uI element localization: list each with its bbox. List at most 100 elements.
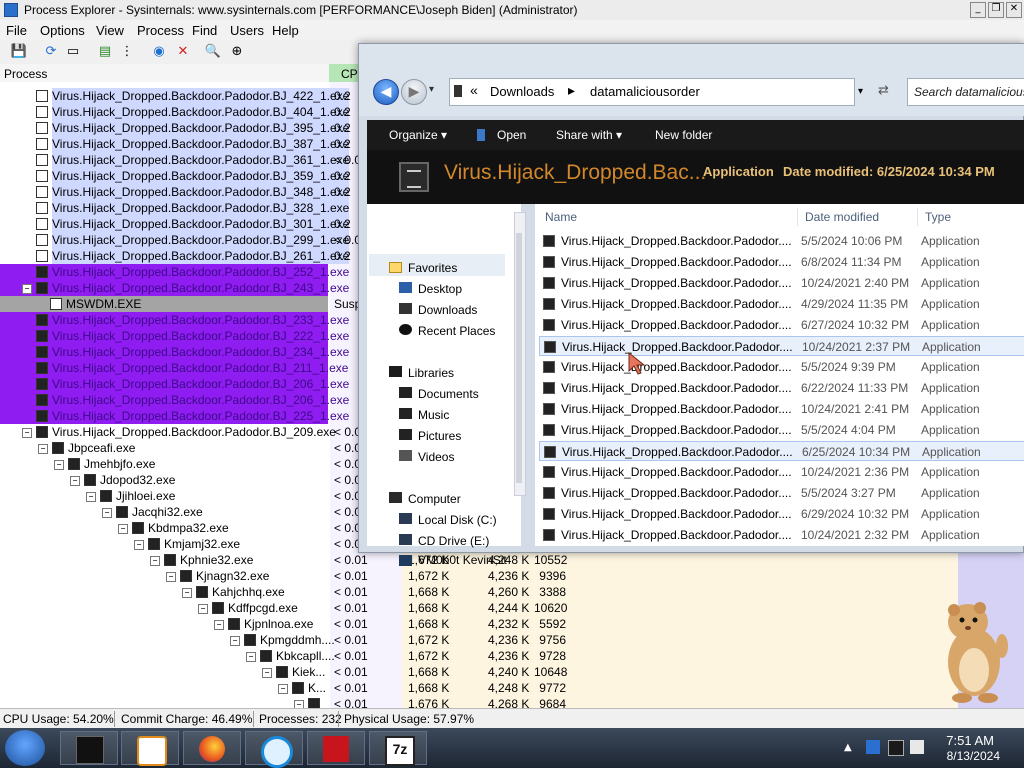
find-icon[interactable]: 🔍 [204,43,222,61]
nav-documents[interactable]: Documents [418,387,479,401]
file-row[interactable]: Virus.Hijack_Dropped.Backdoor.Padodor...… [539,294,1024,314]
target-icon[interactable]: ◉ [150,43,168,61]
process-row[interactable]: Virus.Hijack_Dropped.Backdoor.Padodor.BJ… [0,376,349,392]
date-modified-column-header[interactable]: Date modified [805,210,879,224]
process-row[interactable]: − Kjnagn32.exe < 0.01 1,672 K 4,236 K 9396 [0,568,958,584]
process-row[interactable]: Virus.Hijack_Dropped.Backdoor.Padodor.BJ… [0,408,349,424]
process-row[interactable]: Virus.Hijack_Dropped.Backdoor.Padodor.BJ… [0,312,349,328]
file-row[interactable]: Virus.Hijack_Dropped.Backdoor.Padodor...… [539,357,1024,377]
start-button[interactable] [5,730,45,766]
taskbar-search-app[interactable] [245,731,303,768]
process-column-header[interactable]: Process [4,67,47,81]
process-row[interactable]: Virus.Hijack_Dropped.Backdoor.Padodor.BJ… [0,328,349,344]
taskbar-firefox[interactable] [183,731,241,765]
process-row[interactable]: − Kiek... < 0.01 1,668 K 4,240 K 10648 [0,664,958,680]
collapse-toggle-icon[interactable]: − [54,460,64,470]
nav-desktop[interactable]: Desktop [418,282,462,296]
explorer-window[interactable]: ◀ ▶ ▾ « Downloads ▸ datamaliciousorder ▾… [358,43,1024,567]
show-hidden-icons-icon[interactable]: ▲ [844,742,852,753]
collapse-toggle-icon[interactable]: − [38,444,48,454]
file-row[interactable]: Virus.Hijack_Dropped.Backdoor.Padodor...… [539,441,1024,461]
tray-volume-icon[interactable] [910,740,924,754]
collapse-toggle-icon[interactable]: − [278,684,288,694]
file-row[interactable]: Virus.Hijack_Dropped.Backdoor.Padodor...… [539,504,1024,524]
process-row[interactable]: − K... < 0.01 1,668 K 4,248 K 9772 [0,680,958,696]
collapse-toggle-icon[interactable]: − [166,572,176,582]
taskbar-mcafee[interactable] [307,731,365,765]
menu-file[interactable]: File [6,23,27,38]
address-bar[interactable]: « Downloads ▸ datamaliciousorder ▾ [449,78,863,106]
nav-pictures[interactable]: Pictures [418,429,461,443]
menu-view[interactable]: View [96,23,124,38]
tray-network-icon[interactable] [888,740,904,756]
collapse-toggle-icon[interactable]: − [70,476,80,486]
type-column-header[interactable]: Type [925,210,951,224]
system-info-icon[interactable]: ▭ [64,43,82,61]
collapse-toggle-icon[interactable]: − [22,284,32,294]
forward-button[interactable]: ▶ [401,79,427,105]
collapse-toggle-icon[interactable]: − [102,508,112,518]
nav-music[interactable]: Music [418,408,449,422]
file-row[interactable]: Virus.Hijack_Dropped.Backdoor.Padodor...… [539,420,1024,440]
clock-time[interactable]: 7:51 AM [946,733,994,748]
nav-computer[interactable]: Computer [408,492,461,506]
navigation-scrollbar[interactable] [514,212,526,496]
collapse-toggle-icon[interactable]: − [134,540,144,550]
collapse-toggle-icon[interactable]: − [118,524,128,534]
process-row[interactable]: Virus.Hijack_Dropped.Backdoor.Padodor.BJ… [0,264,349,280]
tree-icon[interactable]: ⋮ [118,43,136,61]
file-row[interactable]: Virus.Hijack_Dropped.Backdoor.Padodor...… [539,273,1024,293]
taskbar-media-player[interactable] [121,731,179,766]
breadcrumb-downloads[interactable]: Downloads [490,84,554,99]
file-row[interactable]: Virus.Hijack_Dropped.Backdoor.Padodor...… [539,399,1024,419]
process-row[interactable]: Virus.Hijack_Dropped.Backdoor.Padodor.BJ… [0,344,349,360]
name-column-header[interactable]: Name [545,210,577,224]
file-row[interactable]: Virus.Hijack_Dropped.Backdoor.Padodor...… [539,483,1024,503]
organize-button[interactable]: Organize ▾ [389,128,447,142]
address-dropdown-icon[interactable]: ▾ [858,86,863,97]
collapse-toggle-icon[interactable]: − [230,636,240,646]
collapse-toggle-icon[interactable]: − [198,604,208,614]
breadcrumb-datamaliciousorder[interactable]: datamaliciousorder [590,84,700,99]
nav-videos[interactable]: Videos [418,450,454,464]
cpu-column-header[interactable]: CPU [329,64,366,82]
menu-process[interactable]: Process [137,23,184,38]
nav-favorites[interactable]: Favorites [408,261,457,275]
collapse-toggle-icon[interactable]: − [86,492,96,502]
collapse-toggle-icon[interactable]: − [150,556,160,566]
file-row[interactable]: Virus.Hijack_Dropped.Backdoor.Padodor...… [539,378,1024,398]
menu-help[interactable]: Help [272,23,299,38]
menu-users[interactable]: Users [230,23,264,38]
nav-local-disk[interactable]: Local Disk (C:) [418,513,497,527]
process-row[interactable]: − Kdffpcgd.exe < 0.01 1,668 K 4,244 K 10620 [0,600,958,616]
close-button[interactable]: ✕ [1006,2,1022,18]
file-row[interactable]: Virus.Hijack_Dropped.Backdoor.Padodor...… [539,315,1024,335]
new-folder-button[interactable]: New folder [655,128,712,142]
collapse-toggle-icon[interactable]: − [246,652,256,662]
process-row[interactable]: − Kahjchhq.exe < 0.01 1,668 K 4,260 K 3388 [0,584,958,600]
restore-button[interactable]: ❐ [988,2,1004,18]
file-row[interactable]: Virus.Hijack_Dropped.Backdoor.Padodor...… [539,231,1024,251]
collapse-toggle-icon[interactable]: − [22,428,32,438]
clock-date[interactable]: 8/13/2024 [947,749,1000,763]
graph-icon[interactable]: ▤ [96,43,114,61]
refresh-icon[interactable]: ⟳ [42,43,60,61]
suspended-process-row[interactable]: MSWDM.EXE Susp [0,296,361,312]
process-row[interactable]: Virus.Hijack_Dropped.Backdoor.Padodor.BJ… [0,392,349,408]
breadcrumb-separator-icon[interactable]: ▸ [568,82,575,99]
tray-app-icon[interactable] [866,740,880,754]
minimize-button[interactable]: _ [970,2,986,18]
save-icon[interactable]: 💾 [10,43,28,61]
recent-pages-dropdown-icon[interactable]: ▾ [429,84,434,95]
search-input[interactable]: Search datamaliciousorder [914,85,1024,99]
process-row[interactable]: − Kjpnlnoa.exe < 0.01 1,668 K 4,232 K 5592 [0,616,958,632]
file-row[interactable]: Virus.Hijack_Dropped.Backdoor.Padodor...… [539,336,1024,356]
refresh-folder-icon[interactable]: ⇄ [878,83,889,98]
collapse-toggle-icon[interactable]: − [214,620,224,630]
nav-cd-drive[interactable]: CD Drive (E:) [418,534,489,548]
nav-recent-places[interactable]: Recent Places [418,324,495,338]
file-row[interactable]: Virus.Hijack_Dropped.Backdoor.Padodor...… [539,462,1024,482]
breadcrumb-overflow-icon[interactable]: « [470,82,478,98]
process-row[interactable]: − Virus.Hijack_Dropped.Backdoor.Padodor.B… [0,280,349,296]
collapse-toggle-icon[interactable]: − [182,588,192,598]
